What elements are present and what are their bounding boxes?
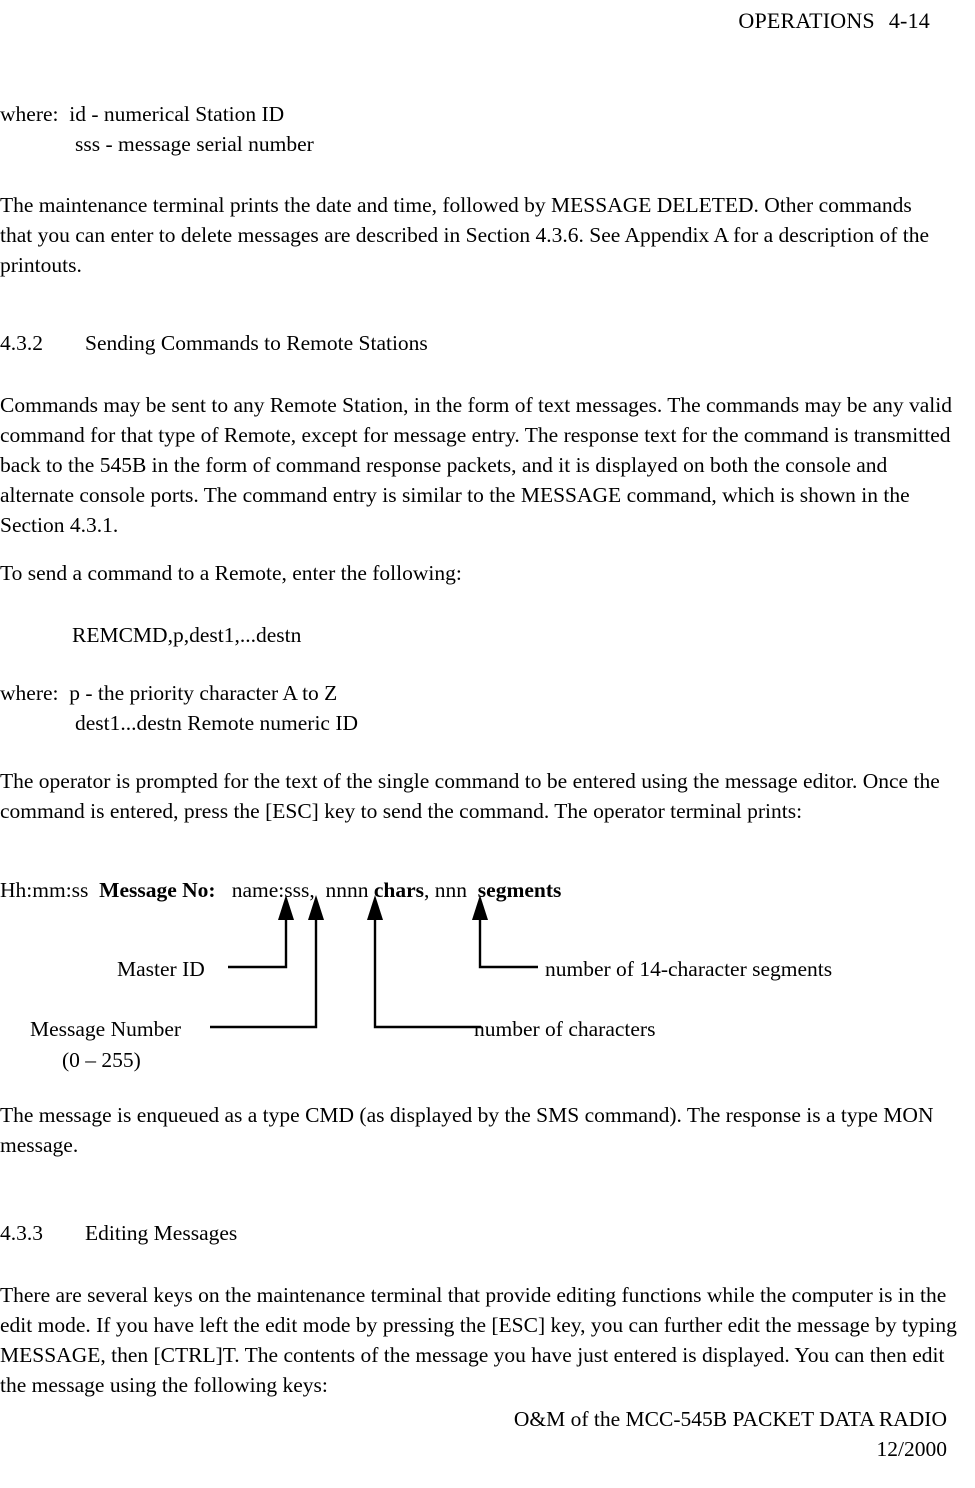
diagram-label-number-of-segments: number of 14-character segments — [545, 957, 833, 981]
arrow-head-2 — [308, 895, 324, 920]
where-line-2a: p - the priority character A to Z — [69, 681, 338, 705]
where-label-1: where: — [0, 102, 59, 126]
header-page-number: 4-14 — [888, 8, 930, 33]
paragraph-editing-keys: There are several keys on the maintenanc… — [0, 1283, 957, 1397]
command-syntax-remcmd: REMCMD,p,dest1,...destn — [72, 623, 302, 647]
heading-4-3-2-title: Sending Commands to Remote Stations — [85, 331, 428, 355]
heading-4-3-3-number: 4.3.3 — [0, 1221, 43, 1245]
paragraph-message-deleted: The maintenance terminal prints the date… — [0, 193, 930, 277]
heading-4-3-3-title: Editing Messages — [85, 1221, 238, 1245]
footer-title: O&M of the MCC-545B PACKET DATA RADIO — [513, 1407, 947, 1431]
diagram-label-master-id: Master ID — [117, 957, 205, 981]
paragraph-send-command: To send a command to a Remote, enter the… — [0, 561, 462, 585]
footer-date: 12/2000 — [876, 1437, 947, 1461]
document-page: OPERATIONS 4-14 where: id - numerical Sta… — [0, 0, 975, 1488]
arrow-head-3 — [367, 895, 383, 920]
diagram-label-number-of-characters: number of characters — [474, 1017, 656, 1041]
where-line-1b: sss - message serial number — [75, 132, 314, 156]
heading-4-3-2-number: 4.3.2 — [0, 331, 43, 355]
where-line-1a: id - numerical Station ID — [69, 102, 285, 126]
page-header: OPERATIONS 4-14 — [0, 8, 930, 34]
arrow-head-4 — [472, 895, 488, 920]
arrow-heads — [278, 895, 488, 920]
where-label-2: where: — [0, 681, 59, 705]
arrow-head-1 — [278, 895, 294, 920]
page-footer: O&M of the MCC-545B PACKET DATA RADIO 12… — [0, 1404, 947, 1464]
callout-diagram: Master ID Message Number (0 – 255) numbe… — [0, 870, 975, 1095]
leader-line-message-number — [210, 915, 318, 1029]
diagram-label-message-number: Message Number — [30, 1017, 182, 1041]
paragraph-operator-prompt: The operator is prompted for the text of… — [0, 769, 940, 823]
paragraph-remote-commands: Commands may be sent to any Remote Stati… — [0, 393, 952, 537]
heading-4-3-2: 4.3.2 Sending Commands to Remote Stations — [0, 328, 930, 358]
where-line-2b: dest1...destn Remote numeric ID — [75, 711, 359, 735]
leader-line-master-id — [228, 915, 288, 969]
where-block-1: where: id - numerical Station ID sss - m… — [0, 99, 930, 159]
where-block-2: where: p - the priority character A to Z… — [0, 678, 930, 738]
heading-4-3-3: 4.3.3 Editing Messages — [0, 1218, 930, 1248]
paragraph-cmd-type: The message is enqueued as a type CMD (a… — [0, 1103, 934, 1157]
leader-line-number-of-characters — [373, 915, 481, 1029]
leader-line-number-of-segments — [478, 915, 538, 969]
diagram-label-message-number-range: (0 – 255) — [62, 1048, 141, 1072]
header-section-title: OPERATIONS — [738, 8, 875, 33]
